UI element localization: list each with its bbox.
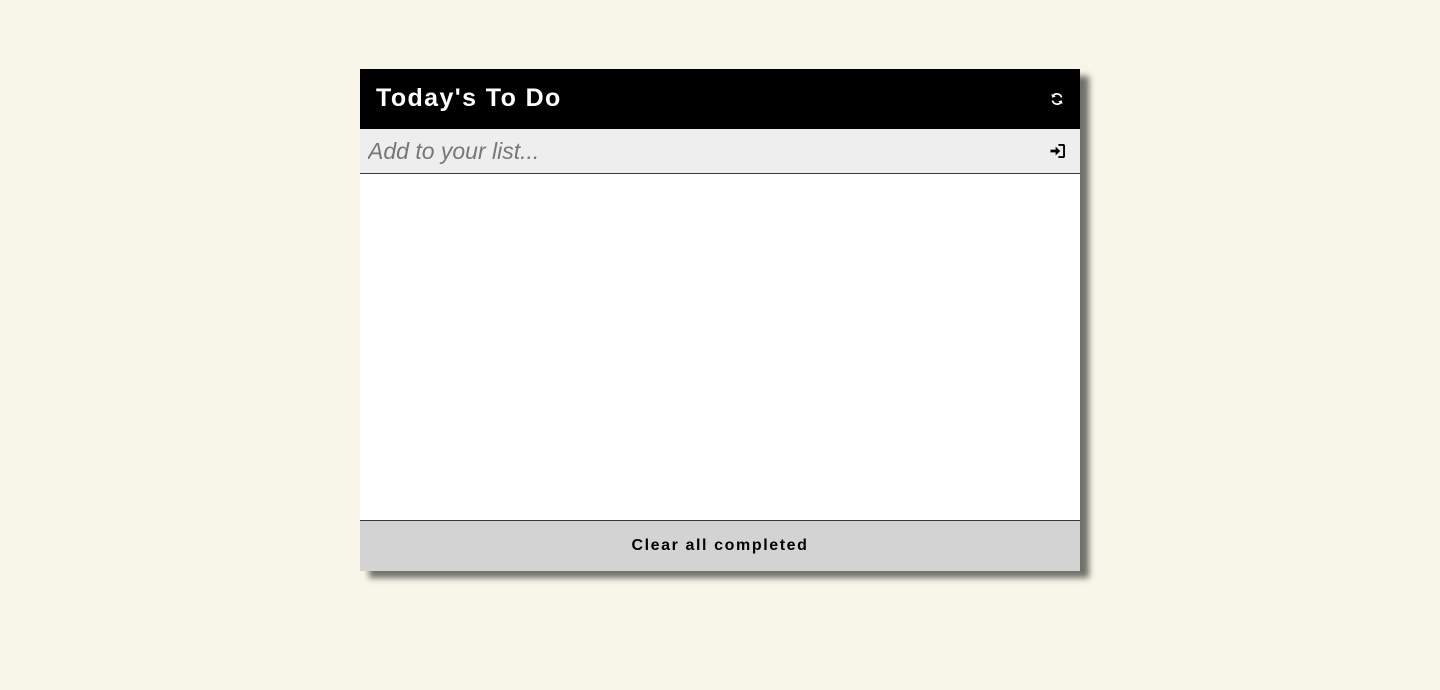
add-item-row bbox=[360, 129, 1080, 174]
refresh-icon[interactable] bbox=[1048, 90, 1066, 108]
todo-list bbox=[360, 174, 1080, 520]
todo-app: Today's To Do Clear all completed bbox=[360, 69, 1080, 571]
clear-completed-button[interactable]: Clear all completed bbox=[360, 520, 1080, 571]
clear-completed-label: Clear all completed bbox=[631, 537, 809, 554]
app-header: Today's To Do bbox=[360, 69, 1080, 129]
add-item-input[interactable] bbox=[368, 131, 1048, 171]
app-title: Today's To Do bbox=[376, 84, 562, 112]
sign-in-icon[interactable] bbox=[1048, 142, 1066, 160]
